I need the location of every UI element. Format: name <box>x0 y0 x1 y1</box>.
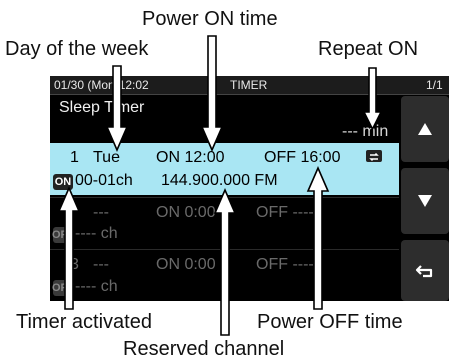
arrow-repeat-on <box>362 67 383 131</box>
arrow-timer-activated <box>57 185 81 310</box>
callout-arrows <box>57 35 383 336</box>
arrow-power-off-time <box>306 165 330 310</box>
arrow-day-of-week <box>105 65 129 153</box>
arrow-reserved-channel <box>213 187 237 336</box>
arrow-power-on-time <box>200 35 224 153</box>
